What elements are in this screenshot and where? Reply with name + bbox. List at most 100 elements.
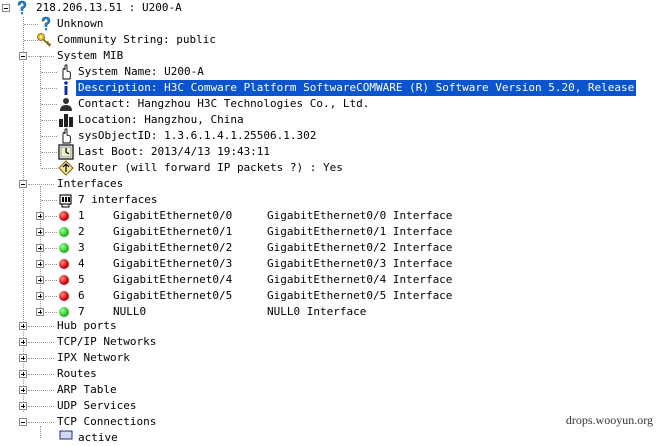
expand-toggle[interactable] xyxy=(36,276,44,284)
status-up-icon xyxy=(59,227,69,237)
node-label: Interfaces xyxy=(57,177,124,190)
watermark: drops.wooyun.org xyxy=(565,413,653,427)
interface-name: GigabitEthernet0/1 xyxy=(113,225,233,238)
expand-toggle[interactable] xyxy=(19,322,27,330)
node-label: sysObjectID: 1.3.6.1.4.1.25506.1.302 xyxy=(78,129,317,142)
tree-node-system-mib[interactable]: System MIB xyxy=(0,48,400,64)
interfaces-count[interactable]: 7 interfaces xyxy=(0,192,400,208)
mib-router[interactable]: Router (will forward IP packets ?) : Yes xyxy=(0,160,400,176)
clock-screen-icon xyxy=(58,144,74,160)
expand-toggle[interactable] xyxy=(19,338,27,346)
tree-node-routes[interactable]: Routes xyxy=(0,366,400,382)
node-label: UDP Services xyxy=(57,399,137,412)
node-label: 7 interfaces xyxy=(78,193,158,206)
interface-description: GigabitEthernet0/0 Interface xyxy=(267,209,453,222)
interface-number: 5 xyxy=(78,273,85,286)
interface-name: GigabitEthernet0/5 xyxy=(113,289,233,302)
network-port-icon xyxy=(59,194,72,208)
tree-node-arp-table[interactable]: ARP Table xyxy=(0,382,400,398)
node-label-selected: Description: H3C Comware Platform Softwa… xyxy=(76,80,637,96)
node-label: IPX Network xyxy=(57,351,130,364)
mib-object-id[interactable]: sysObjectID: 1.3.6.1.4.1.25506.1.302 xyxy=(0,128,400,144)
node-label: Unknown xyxy=(57,17,104,30)
info-icon xyxy=(64,81,68,95)
interface-row[interactable]: 3 GigabitEthernet0/2 GigabitEthernet0/2 In… xyxy=(0,240,480,256)
node-label: Hub ports xyxy=(57,319,117,332)
status-down-icon xyxy=(59,211,69,221)
tree-node-hub-ports[interactable]: Hub ports xyxy=(0,318,400,334)
mib-last-boot[interactable]: Last Boot: 2013/4/13 19:43:11 xyxy=(0,144,400,160)
mib-system-name[interactable]: System Name: U200-A xyxy=(0,64,400,80)
interface-row[interactable]: 5 GigabitEthernet0/4 GigabitEthernet0/4 In… xyxy=(0,272,480,288)
tree-node-community[interactable]: Community String: public xyxy=(0,32,400,48)
collapse-toggle[interactable] xyxy=(19,180,27,188)
interface-description: GigabitEthernet0/5 Interface xyxy=(267,289,453,302)
status-down-icon xyxy=(59,291,69,301)
status-up-icon xyxy=(59,243,69,253)
tree-node-tcp-connections[interactable]: TCP Connections xyxy=(0,414,400,430)
router-diamond-icon xyxy=(58,160,74,176)
node-label: Contact: Hangzhou H3C Technologies Co., … xyxy=(78,97,370,110)
expand-toggle[interactable] xyxy=(36,260,44,268)
interface-row[interactable]: 1 GigabitEthernet0/0 GigabitEthernet0/0 In… xyxy=(0,208,480,224)
tree-node-root[interactable]: 218.206.13.51 : U200-A xyxy=(0,0,661,16)
interface-number: 4 xyxy=(78,257,85,270)
tree-node-interfaces[interactable]: Interfaces xyxy=(0,176,400,192)
hand-pointer-icon xyxy=(62,128,71,144)
expand-toggle[interactable] xyxy=(36,244,44,252)
hand-pointer-icon xyxy=(62,64,71,80)
key-icon xyxy=(37,33,52,47)
interface-description: GigabitEthernet0/4 Interface xyxy=(267,273,453,286)
node-label: Routes xyxy=(57,367,97,380)
tree-node-tcpip-networks[interactable]: TCP/IP Networks xyxy=(0,334,400,350)
expand-toggle[interactable] xyxy=(19,402,27,410)
interface-number: 2 xyxy=(78,225,85,238)
tree-node-ipx-network[interactable]: IPX Network xyxy=(0,350,400,366)
status-down-icon xyxy=(59,259,69,269)
interface-row[interactable]: 4 GigabitEthernet0/3 GigabitEthernet0/3 In… xyxy=(0,256,480,272)
expand-toggle[interactable] xyxy=(19,354,27,362)
interface-row[interactable]: 2 GigabitEthernet0/1 GigabitEthernet0/1 In… xyxy=(0,224,480,240)
node-label: TCP/IP Networks xyxy=(57,335,157,348)
node-label: TCP Connections xyxy=(57,415,157,428)
location-buildings-icon xyxy=(59,114,73,127)
expand-toggle[interactable] xyxy=(19,370,27,378)
node-label: Location: Hangzhou, China xyxy=(78,113,244,126)
question-mark-icon xyxy=(17,0,27,15)
expand-toggle[interactable] xyxy=(36,292,44,300)
expand-toggle[interactable] xyxy=(36,212,44,220)
interface-number: 1 xyxy=(78,209,85,222)
mib-description[interactable]: Description: H3C Comware Platform Softwa… xyxy=(0,80,661,96)
collapse-toggle[interactable] xyxy=(2,4,10,12)
expand-toggle[interactable] xyxy=(36,308,44,316)
expand-toggle[interactable] xyxy=(36,228,44,236)
interface-number: 3 xyxy=(78,241,85,254)
tcp-active[interactable]: active xyxy=(0,430,400,446)
interface-description: GigabitEthernet0/3 Interface xyxy=(267,257,453,270)
node-label: Router (will forward IP packets ?) : Yes xyxy=(78,161,343,174)
question-mark-icon xyxy=(41,16,51,31)
mib-contact[interactable]: Contact: Hangzhou H3C Technologies Co., … xyxy=(0,96,400,112)
interface-name: GigabitEthernet0/4 xyxy=(113,273,233,286)
node-label: ARP Table xyxy=(57,383,117,396)
node-label: Community String: public xyxy=(57,33,216,46)
tree-node-udp-services[interactable]: UDP Services xyxy=(0,398,400,414)
collapse-toggle[interactable] xyxy=(19,418,27,426)
interface-description: GigabitEthernet0/1 Interface xyxy=(267,225,453,238)
connection-icon xyxy=(59,430,73,440)
expand-toggle[interactable] xyxy=(19,386,27,394)
node-label: Last Boot: 2013/4/13 19:43:11 xyxy=(78,145,271,158)
interface-description: GigabitEthernet0/2 Interface xyxy=(267,241,453,254)
interface-name: GigabitEthernet0/3 xyxy=(113,257,233,270)
tree-node-unknown[interactable]: Unknown xyxy=(0,16,400,32)
node-label: active xyxy=(78,431,118,444)
status-down-icon xyxy=(59,275,69,285)
interface-row[interactable]: 6 GigabitEthernet0/5 GigabitEthernet0/5 In… xyxy=(0,288,480,304)
interface-number: 6 xyxy=(78,289,85,302)
mib-location[interactable]: Location: Hangzhou, China xyxy=(0,112,400,128)
interface-name: GigabitEthernet0/2 xyxy=(113,241,233,254)
node-label: System MIB xyxy=(57,49,124,62)
contact-person-icon xyxy=(60,98,72,111)
collapse-toggle[interactable] xyxy=(19,52,27,60)
node-label: System Name: U200-A xyxy=(78,65,204,78)
